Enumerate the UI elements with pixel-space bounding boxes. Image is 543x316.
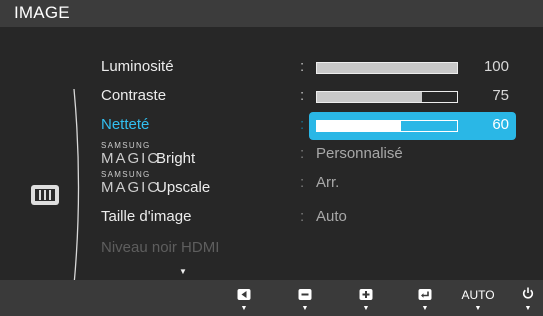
enter-button[interactable]: ▼ (410, 283, 440, 313)
down-arrow-icon: ▼ (301, 305, 309, 312)
separator: : (300, 174, 305, 191)
down-arrow-icon: ▼ (362, 305, 370, 312)
scroll-down-icon[interactable]: ▼ (179, 267, 187, 276)
menu-item-label: Netteté (101, 116, 150, 133)
auto-label: AUTO (461, 288, 495, 302)
auto-button[interactable]: AUTO ▼ (461, 283, 495, 313)
left-button[interactable]: ▼ (229, 283, 259, 313)
down-arrow-icon: ▼ (524, 305, 532, 312)
luminosite-value: 100 (483, 58, 509, 75)
luminosite-slider[interactable] (316, 62, 458, 74)
magic-bright-suffix: Bright (156, 150, 196, 167)
minus-button[interactable]: ▼ (290, 283, 320, 313)
down-arrow-icon: ▼ (421, 305, 429, 312)
magic-bright-value: Personnalisé (316, 145, 403, 162)
magic-upscale-label: SAMSUNG MAGIC Upscale (101, 170, 210, 198)
magic-brand-text: MAGIC (101, 150, 161, 167)
contraste-slider[interactable] (316, 91, 458, 103)
separator: : (300, 87, 305, 104)
menu-item-nettete[interactable]: Netteté : 60 (0, 112, 543, 140)
osd-header: IMAGE (0, 0, 543, 27)
power-icon (522, 286, 535, 305)
minus-icon (298, 289, 312, 300)
separator: : (300, 58, 305, 75)
nettete-slider[interactable] (316, 120, 458, 132)
magic-brand-text: MAGIC (101, 179, 161, 196)
menu-title: IMAGE (14, 3, 70, 22)
menu-item-label: Luminosité (101, 58, 174, 75)
menu-item-label: Niveau noir HDMI (101, 239, 220, 256)
taille-image-value: Auto (316, 208, 347, 225)
slider-fill (317, 92, 422, 102)
menu-item-taille-image[interactable]: Taille d'image : Auto (0, 204, 543, 232)
osd-body: Luminosité : 100 Contraste : 75 Netteté … (0, 27, 543, 286)
menu-item-magic-bright[interactable]: SAMSUNG MAGIC Bright : Personnalisé (0, 141, 543, 169)
power-button[interactable]: ▼ (513, 283, 543, 313)
contraste-value: 75 (492, 87, 509, 104)
menu-item-label: Contraste (101, 87, 167, 104)
magic-bright-label: SAMSUNG MAGIC Bright (101, 141, 195, 169)
slider-fill (317, 121, 401, 131)
separator: : (300, 116, 305, 133)
monitor-osd: IMAGE Luminosité : 100 Contraste: 75 Ne… (0, 0, 543, 316)
menu-item-magic-upscale[interactable]: SAMSUNG MAGIC Upscale : Arr. (0, 170, 543, 198)
plus-button[interactable]: ▼ (351, 283, 381, 313)
left-arrow-icon (237, 289, 251, 300)
slider-fill (317, 63, 457, 73)
magic-upscale-suffix: Upscale (156, 179, 211, 196)
plus-icon (359, 289, 373, 300)
magic-upscale-value: Arr. (316, 174, 340, 191)
enter-icon (418, 289, 432, 300)
nettete-value: 60 (492, 116, 509, 133)
separator: : (300, 145, 305, 162)
separator: : (300, 208, 305, 225)
menu-item-contraste[interactable]: Contraste : 75 (0, 83, 543, 111)
menu-item-luminosite[interactable]: Luminosité : 100 (0, 54, 543, 82)
menu-item-niveau-noir-hdmi: Niveau noir HDMI (0, 235, 543, 263)
down-arrow-icon: ▼ (474, 305, 482, 312)
down-arrow-icon: ▼ (240, 305, 248, 312)
osd-footer: ▼ ▼ ▼ ▼ AUTO ▼ ▼ (0, 280, 543, 316)
menu-item-label: Taille d'image (101, 208, 192, 225)
